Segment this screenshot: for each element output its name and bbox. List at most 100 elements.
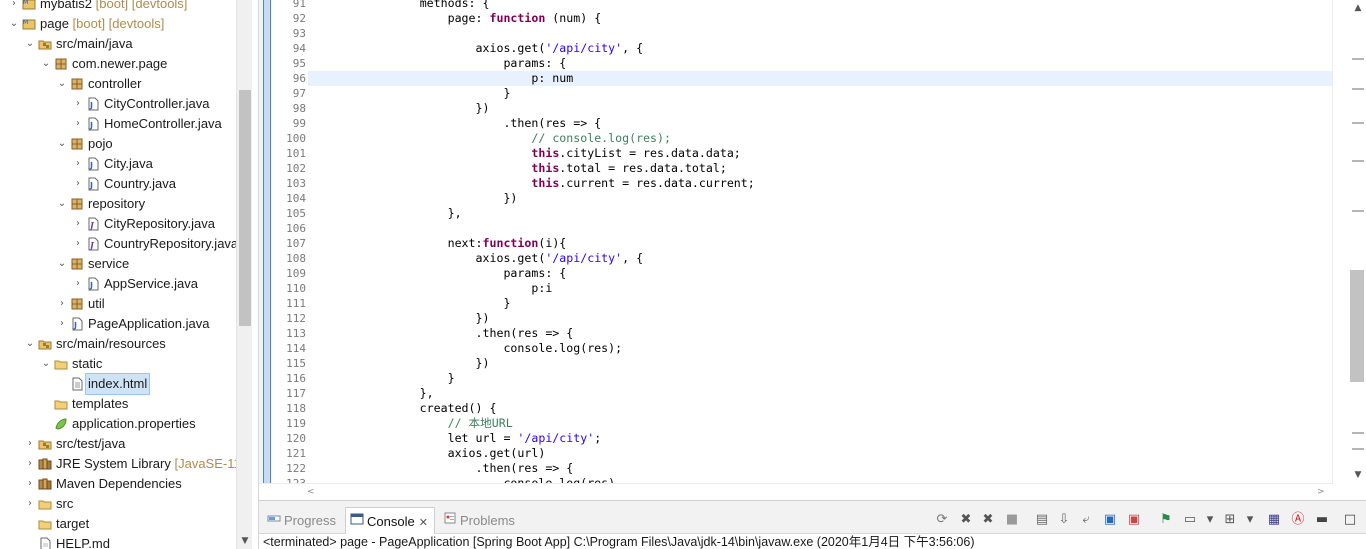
- scroll-down-icon[interactable]: ▼: [237, 533, 252, 549]
- code-line[interactable]: }: [308, 296, 510, 311]
- tree-item[interactable]: › Mmybatis2 [boot] [devtools]: [0, 0, 236, 14]
- tree-item[interactable]: › J Country.java: [0, 174, 236, 194]
- code-line[interactable]: }: [308, 86, 510, 101]
- code-line[interactable]: console.log(res);: [308, 341, 622, 356]
- tab-console[interactable]: Console ✕: [345, 507, 435, 534]
- remove-all-launches-icon[interactable]: ✖: [979, 511, 997, 529]
- overview-mark[interactable]: [1352, 88, 1364, 90]
- tree-item[interactable]: › J CityRepository.java: [0, 214, 236, 234]
- code-line[interactable]: },: [308, 206, 462, 221]
- code-line[interactable]: axios.get(url): [308, 446, 546, 461]
- editor-vertical-scrollbar[interactable]: ▲ ▼: [1332, 0, 1366, 483]
- code-line[interactable]: console.log(res): [308, 476, 615, 483]
- code-line[interactable]: this.current = res.data.current;: [308, 176, 754, 191]
- code-line[interactable]: axios.get('/api/city', {: [308, 251, 644, 266]
- tree-item[interactable]: ⌄ com.newer.page: [0, 54, 236, 74]
- tree-item[interactable]: › J City.java: [0, 154, 236, 174]
- overview-mark[interactable]: [1352, 448, 1364, 450]
- code-line[interactable]: methods: {: [308, 0, 490, 11]
- code-line[interactable]: let url = '/api/city';: [308, 431, 602, 446]
- tree-item[interactable]: target: [0, 514, 236, 534]
- expand-toggle-icon[interactable]: ›: [56, 294, 68, 314]
- display-selected-console-icon[interactable]: ▭: [1181, 511, 1199, 529]
- code-line[interactable]: .then(res => {: [308, 461, 574, 476]
- tree-item[interactable]: application.properties: [0, 414, 236, 434]
- collapse-toggle-icon[interactable]: ⌄: [24, 34, 36, 54]
- expand-toggle-icon[interactable]: ›: [72, 174, 84, 194]
- collapse-toggle-icon[interactable]: ⌄: [8, 14, 20, 34]
- explorer-scrollbar[interactable]: ▼: [236, 0, 252, 549]
- tree-item[interactable]: ⌄ repository: [0, 194, 236, 214]
- expand-toggle-icon[interactable]: ›: [72, 274, 84, 294]
- code-line[interactable]: // console.log(res);: [308, 131, 671, 146]
- tree-item[interactable]: ⌄ controller: [0, 74, 236, 94]
- code-line[interactable]: this.cityList = res.data.data;: [308, 146, 740, 161]
- collapse-toggle-icon[interactable]: ⌄: [56, 134, 68, 154]
- pin-icon[interactable]: ⚑: [1157, 511, 1175, 529]
- scroll-lock-icon[interactable]: ⇩: [1055, 511, 1073, 529]
- remove-launch-icon[interactable]: ✖: [957, 511, 975, 529]
- code-line[interactable]: page: function (num) {: [308, 11, 602, 26]
- expand-toggle-icon[interactable]: ›: [72, 154, 84, 174]
- collapse-toggle-icon[interactable]: ⌄: [56, 254, 68, 274]
- tree-item[interactable]: templates: [0, 394, 236, 414]
- tree-item[interactable]: ⌄ pojo: [0, 134, 236, 154]
- code-line[interactable]: // 本地URL: [308, 416, 513, 431]
- word-wrap-icon[interactable]: ⤶: [1077, 511, 1095, 529]
- code-line[interactable]: }): [308, 356, 490, 371]
- minimize-icon[interactable]: ▬: [1313, 511, 1331, 529]
- properties-icon[interactable]: ▦: [1265, 511, 1283, 529]
- editor-horizontal-scrollbar[interactable]: < >: [259, 483, 1333, 500]
- tree-item[interactable]: ⌄ src/main/resources: [0, 334, 236, 354]
- code-line[interactable]: params: {: [308, 56, 566, 71]
- tree-item[interactable]: ⌄ static: [0, 354, 236, 374]
- expand-toggle-icon[interactable]: ›: [8, 0, 20, 14]
- clear-console-icon[interactable]: ▤: [1033, 511, 1051, 529]
- code-line[interactable]: axios.get('/api/city', {: [308, 41, 644, 56]
- code-text-area[interactable]: methods: { page: function (num) { axios.…: [308, 0, 1333, 483]
- code-line[interactable]: },: [308, 386, 434, 401]
- overview-mark[interactable]: [1352, 160, 1364, 162]
- collapse-toggle-icon[interactable]: ⌄: [56, 74, 68, 94]
- maximize-icon[interactable]: □: [1341, 511, 1359, 529]
- tree-item[interactable]: › src/test/java: [0, 434, 236, 454]
- show-on-stdout-icon[interactable]: ▣: [1101, 511, 1119, 529]
- tree-item[interactable]: › J PageApplication.java: [0, 314, 236, 334]
- expand-toggle-icon[interactable]: ›: [24, 434, 36, 454]
- pin-console-icon[interactable]: ⟳: [933, 511, 951, 529]
- code-line[interactable]: }: [308, 371, 455, 386]
- scroll-right-icon[interactable]: >: [1317, 484, 1325, 500]
- scroll-up-icon[interactable]: ▲: [1350, 0, 1366, 16]
- terminate-icon[interactable]: ■: [1003, 511, 1021, 529]
- tree-item[interactable]: ⌄ src/main/java: [0, 34, 236, 54]
- tree-item[interactable]: › src: [0, 494, 236, 514]
- tree-item[interactable]: › util: [0, 294, 236, 314]
- expand-toggle-icon[interactable]: ›: [72, 94, 84, 114]
- code-line[interactable]: params: {: [308, 266, 566, 281]
- tree-item[interactable]: ⌄ service: [0, 254, 236, 274]
- overview-mark[interactable]: [1352, 58, 1364, 60]
- scroll-left-icon[interactable]: <: [307, 484, 315, 500]
- overview-mark[interactable]: [1352, 122, 1364, 124]
- code-line[interactable]: }): [308, 191, 517, 206]
- tab-problems[interactable]: Problems: [439, 507, 523, 534]
- collapse-toggle-icon[interactable]: ⌄: [56, 194, 68, 214]
- code-line[interactable]: created() {: [308, 401, 497, 416]
- expand-toggle-icon[interactable]: ›: [72, 114, 84, 134]
- code-line[interactable]: next:function(i){: [308, 236, 567, 251]
- display-dropdown-icon[interactable]: ▾: [1201, 511, 1219, 529]
- tree-item[interactable]: › J HomeController.java: [0, 114, 236, 134]
- tree-item[interactable]: index.html: [0, 373, 236, 395]
- editor-scroll-thumb[interactable]: [1350, 270, 1364, 382]
- overview-mark[interactable]: [1352, 432, 1364, 434]
- code-line[interactable]: p:i: [308, 281, 552, 296]
- collapse-toggle-icon[interactable]: ⌄: [24, 334, 36, 354]
- code-line[interactable]: .then(res => {: [308, 116, 601, 131]
- expand-toggle-icon[interactable]: ›: [24, 454, 36, 474]
- tree-item[interactable]: › Maven Dependencies: [0, 474, 236, 494]
- open-console-icon[interactable]: ⊞: [1221, 511, 1239, 529]
- tree-item[interactable]: HELP.md: [0, 534, 236, 549]
- code-line[interactable]: p: num: [308, 71, 573, 86]
- scroll-down-icon[interactable]: ▼: [1350, 467, 1366, 483]
- tree-item[interactable]: › J AppService.java: [0, 274, 236, 294]
